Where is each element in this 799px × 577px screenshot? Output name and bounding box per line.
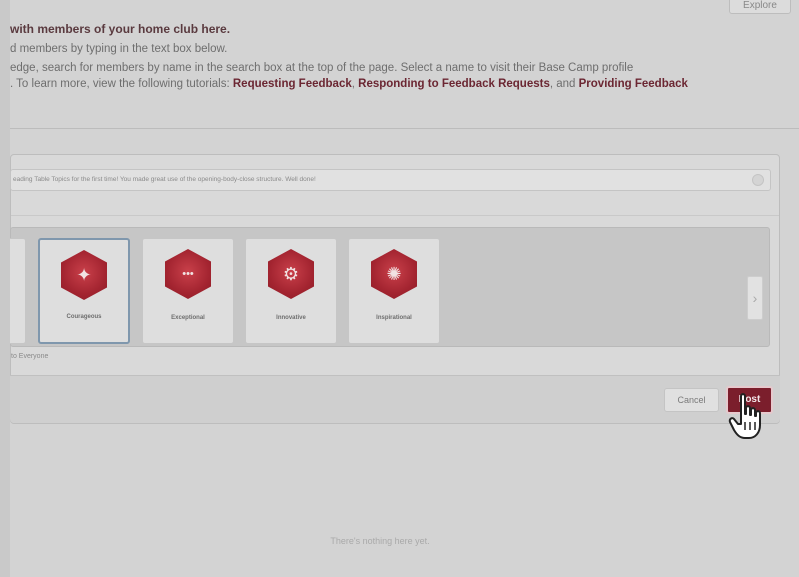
astronaut-icon: ✦ xyxy=(61,250,107,300)
feedback-composer: eading Table Topics for the first time! … xyxy=(10,154,780,424)
badge-picker: ✦ Courageous ••• Exceptional ⚙ Innovativ… xyxy=(10,227,770,347)
tutorials-separator-2: , and xyxy=(549,77,579,90)
badge-name: Innovative xyxy=(276,315,306,321)
hand-cursor-icon xyxy=(728,393,761,439)
page: Explore with members of your home club h… xyxy=(10,0,799,577)
badge-name: Courageous xyxy=(66,314,102,320)
empty-feed-message: There's nothing here yet. xyxy=(330,536,430,546)
message-text: eading Table Topics for the first time! … xyxy=(13,176,316,183)
intro-text: with members of your home club here. d m… xyxy=(10,22,799,92)
badge-card-previous[interactable] xyxy=(10,238,26,344)
composer-actions: Cancel Post xyxy=(10,375,780,423)
composer-separator xyxy=(11,215,779,216)
dots-line-icon: ••• xyxy=(165,249,211,299)
badge-glyph: ⚙ xyxy=(282,263,300,284)
badge-card-innovative[interactable]: ⚙ Innovative xyxy=(245,238,337,344)
badge-name: Inspirational xyxy=(376,315,412,321)
starburst-icon: ✺ xyxy=(371,249,417,299)
clear-icon[interactable] xyxy=(752,174,764,186)
intro-line-4: . To learn more, view the following tuto… xyxy=(10,77,799,93)
intro-line-3: edge, search for members by name in the … xyxy=(10,62,634,74)
badge-card-courageous[interactable]: ✦ Courageous xyxy=(38,238,130,344)
message-input[interactable]: eading Table Topics for the first time! … xyxy=(10,169,771,191)
explore-button[interactable]: Explore xyxy=(729,0,791,14)
badge-glyph: ✦ xyxy=(76,264,92,285)
badge-card-exceptional[interactable]: ••• Exceptional xyxy=(142,238,234,344)
section-divider xyxy=(10,128,799,129)
badge-glyph: ••• xyxy=(182,268,194,280)
intro-heading: with members of your home club here. xyxy=(10,22,231,36)
badge-glyph: ✺ xyxy=(386,263,402,284)
intro-line-2: d members by typing in the text box belo… xyxy=(10,42,228,55)
badge-card-inspirational[interactable]: ✺ Inspirational xyxy=(348,238,440,344)
visibility-label: to Everyone xyxy=(11,353,49,360)
link-providing-feedback[interactable]: Providing Feedback xyxy=(579,78,688,90)
chevron-right-icon[interactable]: › xyxy=(747,276,763,320)
badge-name: Exceptional xyxy=(171,315,205,321)
link-requesting-feedback[interactable]: Requesting Feedback xyxy=(233,78,352,90)
tutorials-prefix: . To learn more, view the following tuto… xyxy=(10,77,233,90)
link-responding-feedback[interactable]: Responding to Feedback Requests xyxy=(358,78,550,90)
cancel-button[interactable]: Cancel xyxy=(664,388,719,412)
head-gears-icon: ⚙ xyxy=(268,249,314,299)
